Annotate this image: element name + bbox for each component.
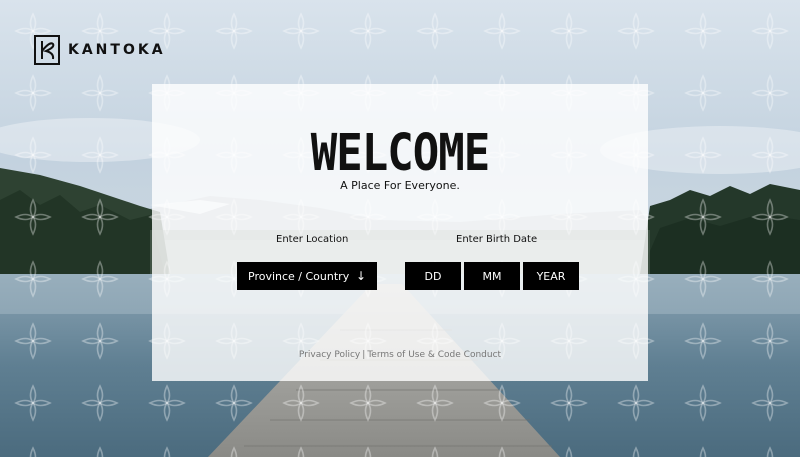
kantoka-logo-icon (34, 35, 60, 65)
location-label: Enter Location (276, 234, 349, 245)
privacy-policy-link[interactable]: Privacy Policy (299, 350, 360, 360)
brand-logo[interactable]: KANTOKA (34, 35, 166, 65)
page-title: WELCOME (310, 124, 490, 183)
footer-links: Privacy Policy | Terms of Use & Code Condu… (152, 350, 648, 360)
terms-of-use-link[interactable]: Terms of Use & Code Conduct (367, 350, 501, 360)
day-field[interactable]: DD (405, 262, 461, 290)
day-field-value: DD (424, 269, 442, 283)
welcome-card: WELCOME A Place For Everyone. Enter Loca… (152, 84, 648, 381)
birth-date-label: Enter Birth Date (456, 234, 538, 245)
month-field-value: MM (482, 269, 502, 283)
brand-name: KANTOKA (68, 42, 166, 58)
location-select-value: Province / Country (248, 269, 350, 283)
year-field-value: YEAR (536, 269, 566, 283)
footer-separator: | (362, 350, 366, 360)
tagline: A Place For Everyone. (340, 179, 460, 192)
arrow-down-icon: ↓ (355, 269, 366, 283)
location-select[interactable]: Province / Country ↓ (237, 262, 377, 290)
month-field[interactable]: MM (464, 262, 520, 290)
year-field[interactable]: YEAR (523, 262, 579, 290)
